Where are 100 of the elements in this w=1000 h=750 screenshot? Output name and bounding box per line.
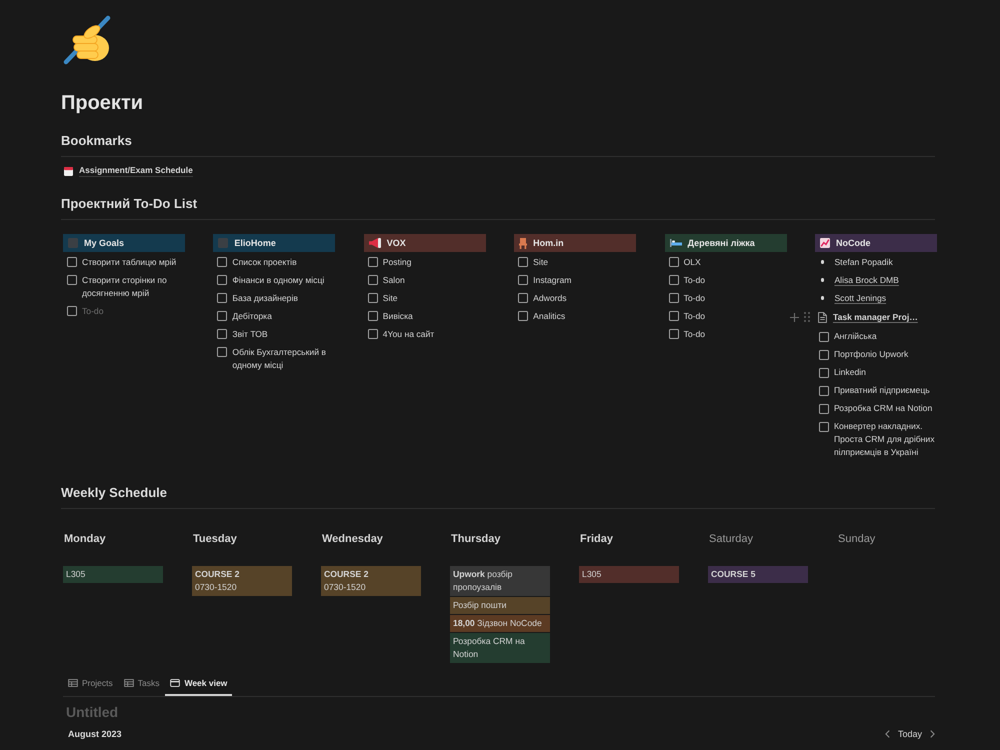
- todo-text: To-do: [684, 274, 706, 286]
- day-name: Friday: [580, 532, 614, 546]
- todo-text: Linkedin: [834, 366, 866, 379]
- day-name: Monday: [64, 532, 107, 546]
- view-tab[interactable]: Tasks: [118, 672, 164, 696]
- checkbox[interactable]: [818, 422, 829, 432]
- todo-text: Розробка CRM на Notion: [834, 402, 932, 415]
- checkbox[interactable]: [368, 311, 378, 321]
- day-name: Saturday: [709, 532, 754, 546]
- checkbox[interactable]: [668, 329, 679, 339]
- event-card[interactable]: L305: [579, 566, 679, 582]
- event-card[interactable]: 18,00 Зідзвон NoCode: [450, 614, 550, 632]
- table-icon: [124, 678, 134, 686]
- mention-link[interactable]: Alisa Brock DMB: [834, 274, 899, 286]
- section-heading: Проектний To-Do List: [61, 195, 198, 213]
- day-name: Thursday: [451, 532, 502, 546]
- checkbox[interactable]: [668, 311, 679, 321]
- view-tab[interactable]: Projects: [63, 672, 118, 696]
- bullet-icon: [820, 278, 824, 282]
- view-tab[interactable]: Week view: [165, 672, 232, 696]
- square-icon: [68, 238, 78, 248]
- plus-icon[interactable]: [790, 312, 799, 322]
- checkbox[interactable]: [368, 257, 378, 267]
- todo-text: OLX: [684, 256, 701, 268]
- document-icon: [818, 312, 827, 322]
- page-title: Проекти: [61, 91, 144, 115]
- todo-text: To-do: [684, 310, 706, 322]
- checkbox[interactable]: [67, 275, 77, 285]
- chevron-left-icon[interactable]: [884, 730, 890, 738]
- checkbox[interactable]: [217, 311, 228, 321]
- calendar-icon: [170, 678, 180, 686]
- checkbox[interactable]: [67, 257, 77, 267]
- event-card[interactable]: COURSE 5: [708, 566, 808, 582]
- calendar-icon: [64, 166, 73, 176]
- event-card[interactable]: Розбір пошти: [450, 596, 550, 614]
- checkbox[interactable]: [217, 275, 228, 285]
- day-name: Wednesday: [322, 532, 384, 546]
- chevron-right-icon[interactable]: [930, 730, 935, 738]
- checkbox[interactable]: [818, 332, 829, 342]
- todo-text: Список проектів: [232, 256, 297, 268]
- checkbox[interactable]: [818, 350, 829, 360]
- todo-text: Облік Бухгалтерський в одному місці: [232, 346, 327, 372]
- checkbox[interactable]: [368, 293, 378, 303]
- checkbox[interactable]: [217, 257, 228, 267]
- section-heading: Bookmarks: [61, 132, 133, 150]
- todo-text: Adwords: [533, 292, 567, 304]
- event-card[interactable]: COURSE 2 0730-1520: [192, 566, 292, 596]
- column-title: Hom.in: [533, 238, 564, 248]
- checkbox[interactable]: [67, 306, 77, 316]
- checkbox[interactable]: [368, 329, 378, 339]
- checkbox[interactable]: [668, 257, 679, 267]
- bookmark-link[interactable]: Assignment/Exam Schedule: [79, 165, 193, 177]
- bullet-icon: [820, 260, 824, 264]
- checkbox[interactable]: [518, 275, 528, 285]
- mention-link[interactable]: Scott Jenings: [834, 292, 886, 304]
- todo-text: Фінанси в одному місці: [232, 274, 324, 286]
- todo-text: To-do: [684, 292, 706, 304]
- bullet-text: Stefan Popadik: [834, 256, 893, 268]
- checkbox[interactable]: [818, 404, 829, 414]
- todo-text: Analitics: [533, 310, 566, 322]
- event-card[interactable]: COURSE 2 0730-1520: [321, 566, 421, 596]
- checkbox[interactable]: [217, 293, 228, 303]
- megaphone-icon: [368, 238, 381, 248]
- today-button[interactable]: Today: [898, 728, 922, 738]
- checkbox[interactable]: [818, 368, 829, 378]
- checkbox[interactable]: [668, 275, 679, 285]
- todo-text: To-do: [684, 328, 706, 340]
- column-title: My Goals: [84, 238, 124, 248]
- todo-text: База дизайнерів: [232, 292, 298, 304]
- checkbox[interactable]: [217, 347, 228, 357]
- month-label: August 2023: [68, 728, 122, 738]
- section-heading: Weekly Schedule: [61, 484, 168, 502]
- event-card[interactable]: L305: [63, 566, 163, 582]
- checkbox[interactable]: [668, 293, 679, 303]
- todo-text: Створити таблицю мрій: [82, 256, 176, 268]
- todo-text: Створити сторінки по досягненню мрій: [82, 274, 168, 300]
- page-link[interactable]: Task manager Proj…: [832, 310, 918, 324]
- checkbox[interactable]: [217, 329, 228, 339]
- drag-handle-icon[interactable]: [804, 312, 810, 322]
- todo-text: Instagram: [533, 274, 572, 286]
- todo-text: Портфоліо Upwork: [834, 348, 908, 361]
- checkbox[interactable]: [518, 257, 528, 267]
- todo-text: 4You на сайт: [382, 328, 434, 340]
- chart-icon: [820, 238, 830, 248]
- day-name: Tuesday: [193, 532, 238, 546]
- checkbox[interactable]: [818, 386, 829, 396]
- todo-text: Конвертер накладних. Проста CRM для дрібних пілприємців в Україні: [834, 420, 936, 459]
- todo-text: Salon: [382, 274, 405, 286]
- event-card[interactable]: Upwork розбір пропоузалів: [450, 566, 550, 596]
- checkbox[interactable]: [518, 311, 528, 321]
- checkbox[interactable]: [518, 293, 528, 303]
- todo-text: Приватний підприємець: [834, 384, 930, 397]
- table-icon: [68, 678, 78, 686]
- column-title: Деревяні ліжка: [688, 238, 755, 248]
- event-card[interactable]: Розробка CRM на Notion: [450, 632, 550, 662]
- todo-text: Звіт ТОВ: [232, 328, 268, 340]
- bed-icon: [670, 239, 682, 247]
- column-title: ElioHome: [234, 238, 276, 248]
- checkbox[interactable]: [368, 275, 378, 285]
- day-name: Sunday: [838, 532, 876, 546]
